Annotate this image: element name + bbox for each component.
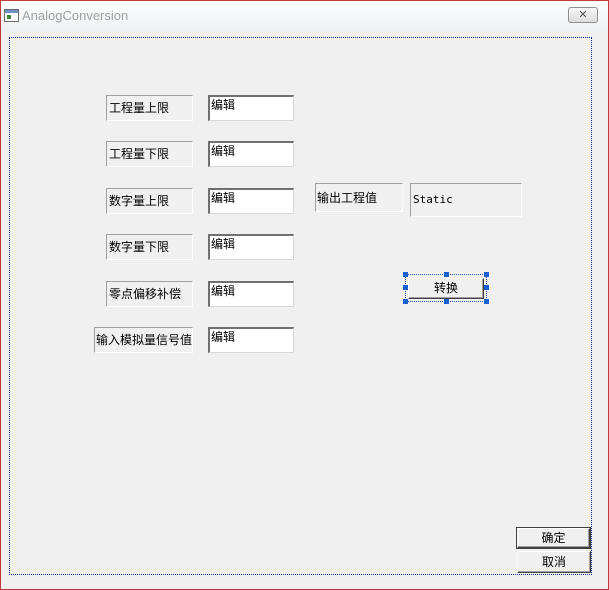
- digital-upper-input[interactable]: 编辑: [208, 188, 294, 214]
- label-digital-upper: 数字量上限: [106, 188, 193, 214]
- resize-handle-e[interactable]: [484, 285, 489, 290]
- label-zero-offset: 零点偏移补偿: [106, 281, 193, 307]
- label-eng-lower: 工程量下限: [106, 141, 193, 167]
- resize-handle-nw[interactable]: [403, 272, 408, 277]
- zero-offset-input[interactable]: 编辑: [208, 281, 294, 307]
- label-analog-input: 输入模拟量信号值: [94, 327, 193, 353]
- resize-handle-n[interactable]: [444, 272, 449, 277]
- label-eng-upper: 工程量上限: [106, 95, 193, 121]
- title-bar[interactable]: AnalogConversion ✕: [1, 1, 608, 30]
- digital-lower-input[interactable]: 编辑: [208, 234, 294, 260]
- label-digital-lower: 数字量下限: [106, 234, 193, 260]
- resize-handle-w[interactable]: [403, 285, 408, 290]
- output-value: Static: [410, 183, 522, 217]
- eng-upper-input[interactable]: 编辑: [208, 95, 294, 121]
- analog-input-field[interactable]: 编辑: [208, 327, 294, 353]
- resize-handle-s[interactable]: [444, 299, 449, 304]
- output-label: 输出工程值: [315, 183, 403, 212]
- resize-handle-se[interactable]: [484, 299, 489, 304]
- eng-lower-input[interactable]: 编辑: [208, 141, 294, 167]
- window-title: AnalogConversion: [22, 8, 129, 23]
- ok-button[interactable]: 确定: [517, 528, 590, 548]
- close-icon: ✕: [578, 8, 588, 21]
- resize-handle-ne[interactable]: [484, 272, 489, 277]
- resize-handle-sw[interactable]: [403, 299, 408, 304]
- cancel-button[interactable]: 取消: [517, 551, 591, 573]
- app-window-icon: [4, 9, 19, 22]
- dialog-margin-guide: [9, 37, 592, 575]
- convert-button[interactable]: 转换: [408, 278, 484, 299]
- close-button[interactable]: ✕: [568, 7, 598, 23]
